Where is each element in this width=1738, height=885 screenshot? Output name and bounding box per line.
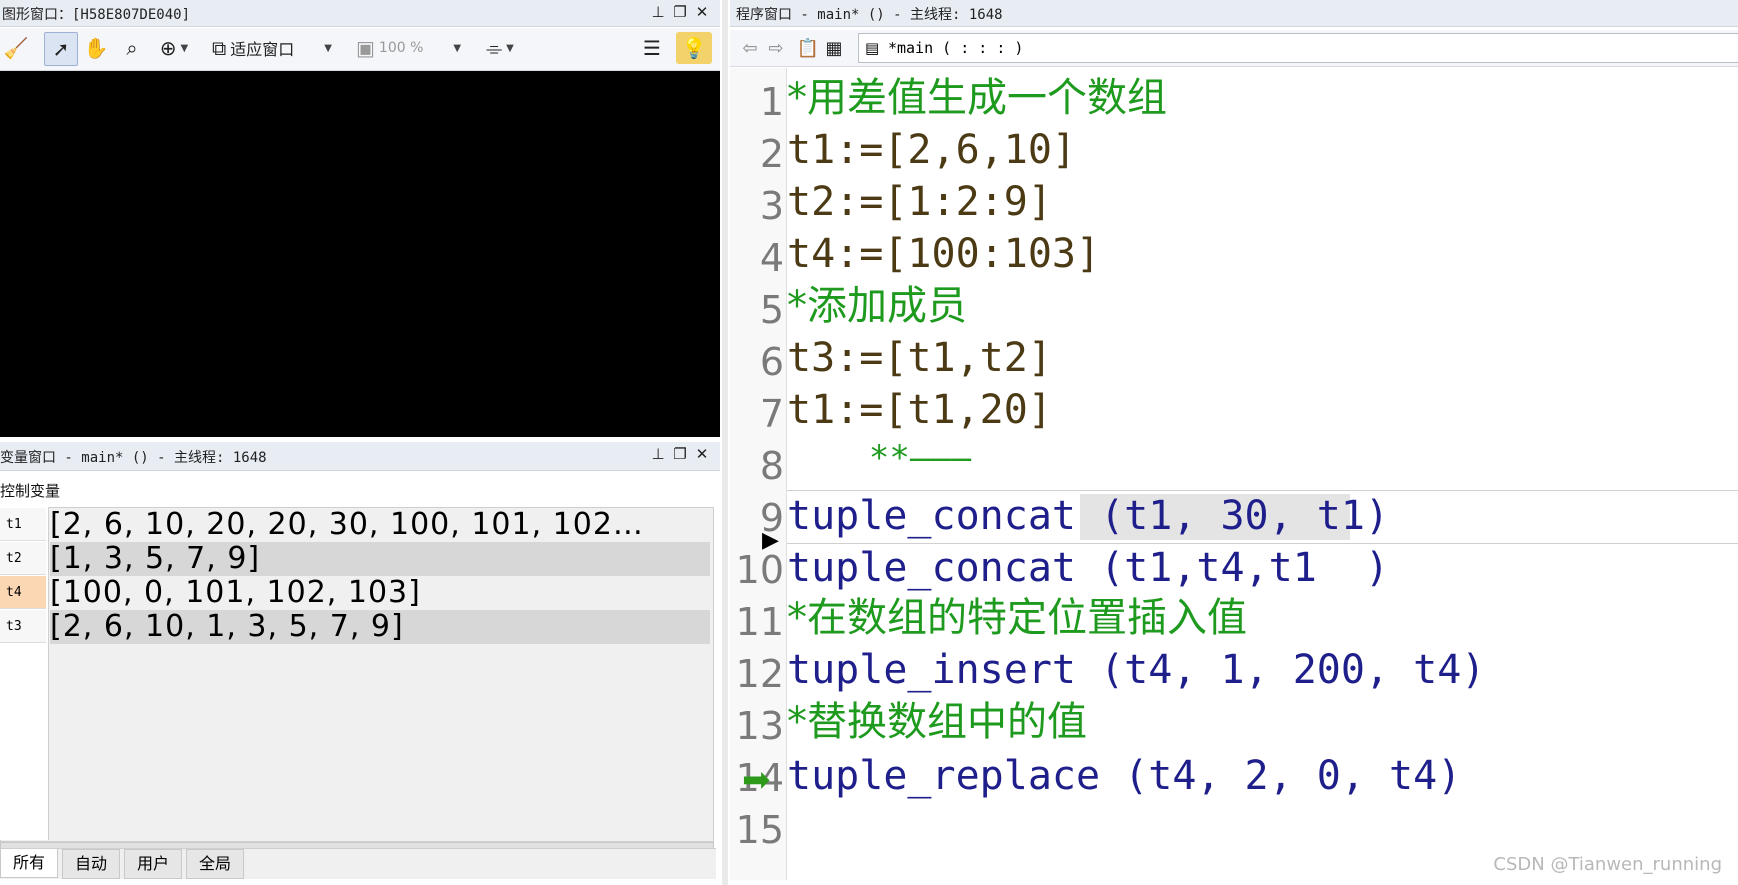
fit-window-label: 适应窗口 <box>230 40 295 59</box>
line-number: 7 <box>759 392 784 436</box>
zoom-in-icon[interactable]: ⊕ ▼ <box>152 32 196 64</box>
variable-window-titlebar: 变量窗口 - main* () - 主线程: 1648 ⊥ ❐ ✕ <box>0 442 720 471</box>
variable-name: t1 <box>0 508 46 541</box>
broom-icon[interactable]: 🧹 <box>2 32 30 64</box>
variable-value: [2, 6, 10, 1, 3, 5, 7, 9] <box>50 610 710 644</box>
code-line[interactable]: t1:=[t1,20] <box>787 384 1052 436</box>
graphics-canvas[interactable] <box>0 71 720 437</box>
program-window-titlebar: 程序窗口 - main* () - 主线程: 1648 <box>730 0 1738 27</box>
variable-value: [100, 0, 101, 102, 103] <box>50 576 421 610</box>
tab-all[interactable]: 所有 <box>0 849 59 878</box>
grid-icon[interactable]: ▦ <box>822 32 846 64</box>
line-number: 5 <box>759 288 784 332</box>
tab-global[interactable]: 全局 <box>186 849 245 879</box>
line-number: 12 <box>735 652 784 696</box>
float-icon[interactable]: ❐ <box>672 445 688 463</box>
variable-value: [2, 6, 10, 20, 20, 30, 100, 101, 102… <box>50 508 644 542</box>
pin-icon[interactable]: ⊥ <box>650 3 666 21</box>
variable-name: t2 <box>0 542 46 575</box>
clipboard-icon[interactable]: 📋 <box>796 32 820 64</box>
forward-arrow-icon[interactable]: ⇨ <box>764 32 788 64</box>
zoom-percent-icon: ▣ <box>356 36 375 60</box>
graphics-toolbar: 🧹 ➚ ✋ ⌕ ⊕ ▼ ⧉ 适应窗口 ▼ ▣ 100 % ▼ ⌯ ▼ ☰ 💡 <box>0 28 720 71</box>
procedure-selector[interactable]: ▤ *main ( : : : ) <box>858 33 1738 63</box>
code-line[interactable]: t4:=[100:103] <box>787 228 1100 280</box>
code-line[interactable]: tuple_insert (t4, 1, 200, t4) <box>787 644 1485 696</box>
code-line[interactable]: **——— <box>787 432 971 484</box>
line-number: 13 <box>735 704 784 748</box>
code-line[interactable]: *添加成员 <box>787 280 967 332</box>
close-icon[interactable]: ✕ <box>694 445 710 463</box>
code-line[interactable]: *在数组的特定位置插入值 <box>787 592 1247 644</box>
line-number: 1 <box>759 80 784 124</box>
procedure-icon: ▤ <box>865 39 880 57</box>
insert-cursor-icon: ▶ <box>762 528 779 553</box>
line-number: 3 <box>759 184 784 228</box>
code-line[interactable]: t2:=[1:2:9] <box>787 176 1052 228</box>
layers-icon[interactable]: ☰ <box>636 32 668 64</box>
back-arrow-icon[interactable]: ⇦ <box>738 32 762 64</box>
code-line[interactable]: t1:=[2,6,10] <box>787 124 1076 176</box>
code-line[interactable]: tuple_replace (t4, 2, 0, t4) <box>787 750 1461 802</box>
pin-icon[interactable]: ⊥ <box>650 445 666 463</box>
control-variables-heading: 控制变量 <box>0 482 61 500</box>
variable-row[interactable]: t2 [1, 3, 5, 7, 9] <box>0 542 712 576</box>
code-line[interactable]: *用差值生成一个数组 <box>787 72 1167 124</box>
tab-auto[interactable]: 自动 <box>62 849 121 879</box>
program-window-title: 程序窗口 - main* () - 主线程: 1648 <box>736 7 1003 23</box>
line-number: 2 <box>759 132 784 176</box>
graphics-window-title: 图形窗口：[H58E807DE040] <box>2 7 191 23</box>
zoom-out-icon[interactable]: ⌕ <box>116 32 148 64</box>
hand-icon[interactable]: ✋ <box>80 32 112 64</box>
variable-row[interactable]: t4 [100, 0, 101, 102, 103] <box>0 576 712 610</box>
pane-splitter[interactable] <box>722 0 728 885</box>
line-number: 15 <box>735 808 784 852</box>
zoom-value: 100 % <box>378 40 424 56</box>
code-line[interactable]: tuple_concat (t1, 30, t1) <box>787 490 1389 542</box>
variable-row[interactable]: t1 [2, 6, 10, 20, 20, 30, 100, 101, 102… <box>0 508 712 542</box>
watermark: CSDN @Tianwen_running <box>1493 854 1722 875</box>
fit-window-dropdown[interactable]: ⧉ 适应窗口 ▼ <box>212 32 352 64</box>
variable-name: t3 <box>0 610 46 643</box>
code-line[interactable]: t3:=[t1,t2] <box>787 332 1052 384</box>
line-number: 6 <box>759 340 784 384</box>
variable-row[interactable]: t3 [2, 6, 10, 1, 3, 5, 7, 9] <box>0 610 712 644</box>
float-icon[interactable]: ❐ <box>672 3 688 21</box>
procedure-name: *main ( : : : ) <box>887 39 1024 57</box>
code-line[interactable]: tuple_concat (t1,t4,t1 ) <box>787 542 1389 594</box>
close-icon[interactable]: ✕ <box>694 3 710 21</box>
line-number: 8 <box>759 444 784 488</box>
shape-icon[interactable]: ⌯ ▼ <box>476 32 524 64</box>
program-counter-arrow-icon: ➡ <box>742 760 771 800</box>
graphics-window-titlebar: 图形窗口：[H58E807DE040] ⊥ ❐ ✕ <box>0 0 720 27</box>
pointer-icon[interactable]: ➚ <box>44 32 78 66</box>
line-number: 11 <box>735 600 784 644</box>
line-number: 4 <box>759 236 784 280</box>
variable-value: [1, 3, 5, 7, 9] <box>50 542 710 576</box>
code-line[interactable]: *替换数组中的值 <box>787 696 1087 748</box>
variable-name: t4 <box>0 576 46 609</box>
bulb-icon[interactable]: 💡 <box>676 32 712 64</box>
fit-window-icon: ⧉ <box>212 36 227 60</box>
variable-tabs: 所有 自动 用户 全局 <box>0 848 716 879</box>
variable-window-title: 变量窗口 - main* () - 主线程: 1648 <box>0 450 267 466</box>
zoom-percent-dropdown[interactable]: ▣ 100 % ▼ <box>356 32 466 64</box>
tab-user[interactable]: 用户 <box>124 849 183 879</box>
program-toolbar: ⇦ ⇨ 📋 ▦ ▤ *main ( : : : ) <box>730 30 1738 67</box>
